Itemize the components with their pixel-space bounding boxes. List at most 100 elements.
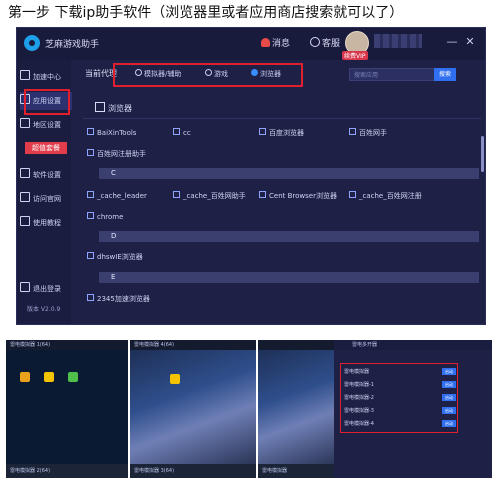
browser-icon [95, 102, 105, 112]
list-item[interactable]: Cent Browser浏览器 [259, 191, 337, 201]
checkbox-icon[interactable] [87, 294, 94, 301]
list-item-label: BaiXinTools [97, 129, 137, 137]
logout-icon [20, 282, 30, 292]
checkbox-icon[interactable] [87, 252, 94, 259]
emulator-screenshot-1: 雷电模拟器 1(64) 雷电模拟器 2(64) [6, 340, 128, 478]
username-redacted [374, 34, 422, 48]
search-button[interactable]: 搜索 [434, 68, 456, 81]
checkbox-icon[interactable] [259, 128, 266, 135]
highlight-box [24, 89, 70, 115]
list-item[interactable]: 2345加速浏览器 [87, 294, 150, 304]
manager-title: 雷电多开器 [352, 342, 378, 348]
emulator-titlebar: 雷电模拟器 1(64) [6, 340, 128, 350]
emulator-titlebar: 雷电模拟器 4(64) [130, 340, 256, 350]
list-item[interactable]: 百姓网注册助手 [87, 149, 146, 159]
list-item-label: 百姓网注册助手 [97, 150, 146, 158]
sidebar-item-logout[interactable]: 退出登录 [20, 280, 72, 298]
emulator-screenshot-2: 雷电模拟器 4(64) 雷电模拟器 3(64) [130, 340, 256, 478]
sidebar-item-website[interactable]: 访问官网 [20, 190, 72, 208]
checkbox-icon[interactable] [87, 212, 94, 219]
sidebar-item-label: 使用教程 [33, 219, 61, 227]
list-item[interactable]: _cache_leader [87, 191, 147, 200]
letter-group-e: E [99, 272, 479, 283]
messages-label: 消息 [272, 39, 291, 49]
divider [83, 118, 481, 119]
emulator-title: 雷电模拟器 1(64) [10, 342, 51, 348]
list-item[interactable]: 百度浏览器 [259, 128, 304, 138]
app-window: 芝麻游戏助手 消息 客服 续费VIP — ✕ 加速中心 应用设置 地区设置 软件… [16, 27, 486, 325]
highlight-box [340, 363, 458, 433]
taskbar: 雷电模拟器 2(64) [6, 464, 128, 478]
sidebar-item-speed[interactable]: 加速中心 [20, 68, 72, 86]
speed-icon [20, 70, 30, 80]
taskbar-title: 雷电模拟器 3(64) [134, 468, 175, 474]
app-icon[interactable] [68, 372, 78, 382]
app-logo-icon [24, 35, 40, 51]
checkbox-icon[interactable] [87, 128, 94, 135]
list-item-label: Cent Browser浏览器 [269, 192, 337, 200]
taskbar-title: 雷电模拟器 [262, 468, 288, 474]
list-item[interactable]: 百姓网手 [349, 128, 387, 138]
list-item[interactable]: chrome [87, 212, 123, 221]
vip-badge[interactable]: 续费VIP [342, 51, 368, 60]
list-item-label: 百姓网手 [359, 129, 387, 137]
app-title: 芝麻游戏助手 [45, 40, 100, 50]
sidebar-item-label: 加速中心 [33, 73, 61, 81]
checkbox-icon[interactable] [349, 191, 356, 198]
messages-button[interactable]: 消息 [261, 36, 290, 49]
manager-titlebar: 雷电多开器 [334, 340, 492, 350]
letter-group-d: D [99, 231, 479, 242]
list-item[interactable]: _cache_百姓网注册 [349, 191, 422, 201]
minimize-icon[interactable]: — [445, 35, 459, 48]
highlight-box [113, 63, 303, 87]
taskbar: 雷电模拟器 3(64) [130, 464, 256, 478]
emulator-screenshot-3: 雷电模拟器 [258, 340, 334, 478]
sidebar-item-label: 地区设置 [33, 121, 61, 129]
taskbar-title: 雷电模拟器 2(64) [10, 468, 51, 474]
list-item-label: _cache_百姓网助手 [183, 192, 246, 200]
list-item[interactable]: cc [173, 128, 191, 137]
list-item-label: 百度浏览器 [269, 129, 304, 137]
emulator-title: 雷电模拟器 4(64) [134, 342, 175, 348]
list-item-label: _cache_leader [97, 192, 147, 200]
letter-group-c: C [99, 168, 479, 179]
section-title-label: 浏览器 [108, 104, 132, 113]
title-bar: 芝麻游戏助手 消息 客服 续费VIP — ✕ [17, 28, 485, 60]
taskbar: 雷电模拟器 [258, 464, 334, 478]
list-item-label: _cache_百姓网注册 [359, 192, 422, 200]
app-icon[interactable] [170, 374, 180, 384]
sidebar-item-label: 退出登录 [33, 285, 61, 293]
list-item[interactable]: _cache_百姓网助手 [173, 191, 246, 201]
checkbox-icon[interactable] [259, 191, 266, 198]
checkbox-icon[interactable] [87, 149, 94, 156]
service-label: 客服 [322, 39, 341, 49]
list-item-label: chrome [97, 213, 124, 221]
monitor-icon [20, 118, 30, 128]
checkbox-icon[interactable] [173, 128, 180, 135]
book-icon [20, 216, 30, 226]
version-label: 版本 V2.0.9 [27, 306, 61, 313]
list-item[interactable]: dhswIE浏览器 [87, 252, 143, 262]
app-icon[interactable] [20, 372, 30, 382]
sidebar-item-software[interactable]: 软件设置 [20, 166, 72, 184]
app-icon[interactable] [44, 372, 54, 382]
sidebar-item-region[interactable]: 地区设置 [20, 116, 72, 134]
settings-icon [20, 168, 30, 178]
list-item-label: cc [183, 129, 191, 137]
section-title: 浏览器 [95, 102, 132, 114]
tutorial-caption: 第一步 下载ip助手软件（浏览器里或者应用商店搜索就可以了） [8, 5, 404, 21]
list-item[interactable]: BaiXinTools [87, 128, 136, 137]
sidebar-item-label: 访问官网 [33, 195, 61, 203]
checkbox-icon[interactable] [349, 128, 356, 135]
search-input[interactable]: 搜索应用 [349, 68, 435, 81]
list-item-label: 2345加速浏览器 [97, 295, 150, 303]
globe-icon [20, 192, 30, 202]
promo-badge[interactable]: 超值套餐 [25, 142, 67, 154]
checkbox-icon[interactable] [173, 191, 180, 198]
checkbox-icon[interactable] [87, 191, 94, 198]
headset-icon [310, 37, 320, 47]
sidebar-item-tutorial[interactable]: 使用教程 [20, 214, 72, 232]
service-button[interactable]: 客服 [310, 36, 340, 49]
scrollbar[interactable] [481, 136, 484, 172]
close-icon[interactable]: ✕ [463, 35, 477, 48]
